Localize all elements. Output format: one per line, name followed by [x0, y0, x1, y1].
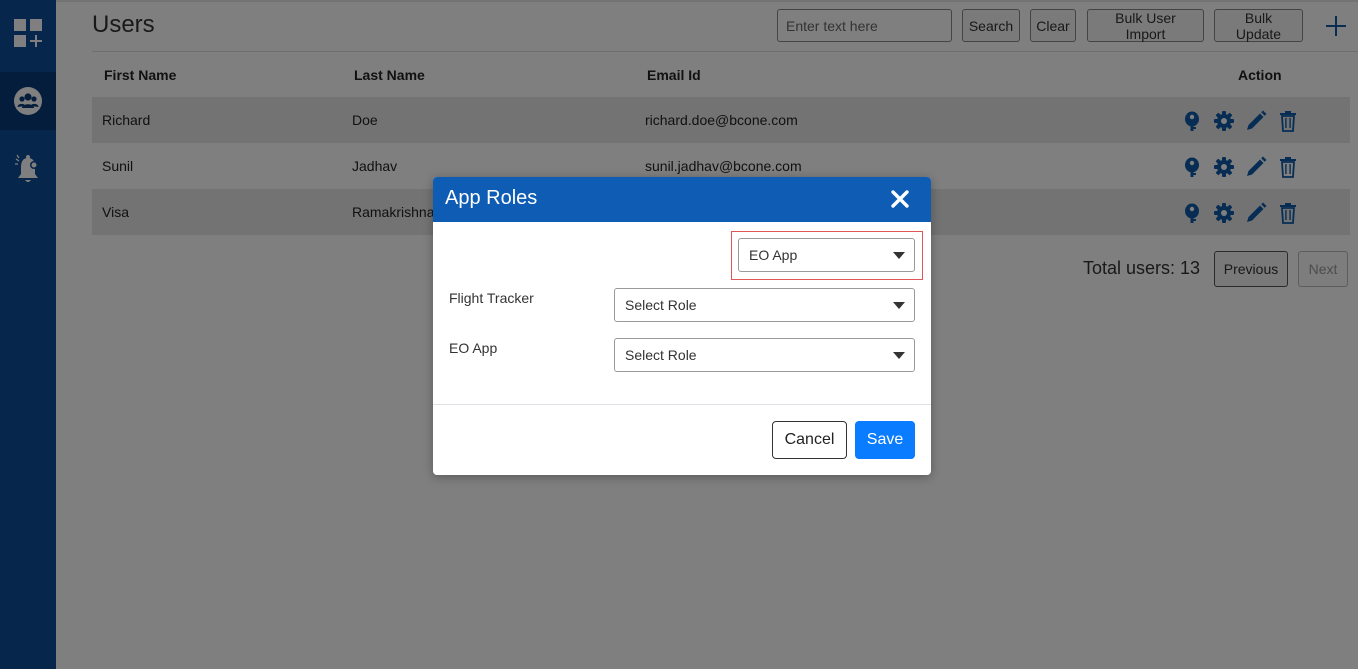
modal-title: App Roles — [445, 187, 538, 209]
flight-tracker-role-value: Select Role — [625, 297, 697, 313]
app-select-value: EO App — [749, 247, 798, 263]
eo-app-role-select[interactable]: Select Role — [614, 338, 915, 372]
save-button[interactable]: Save — [855, 421, 915, 459]
cancel-button[interactable]: Cancel — [772, 421, 847, 459]
chevron-down-icon — [893, 252, 905, 259]
chevron-down-icon — [893, 302, 905, 309]
field-label-flight-tracker: Flight Tracker — [449, 290, 534, 306]
app-roles-modal: App Roles EO App Flight Tracker Select R… — [433, 177, 931, 475]
modal-header: App Roles — [433, 177, 931, 222]
flight-tracker-role-select[interactable]: Select Role — [614, 288, 915, 322]
chevron-down-icon — [893, 352, 905, 359]
close-icon[interactable] — [889, 188, 911, 210]
eo-app-role-value: Select Role — [625, 347, 697, 363]
modal-footer-divider — [433, 404, 931, 405]
field-label-eo-app: EO App — [449, 340, 498, 356]
app-select[interactable]: EO App — [738, 238, 915, 272]
